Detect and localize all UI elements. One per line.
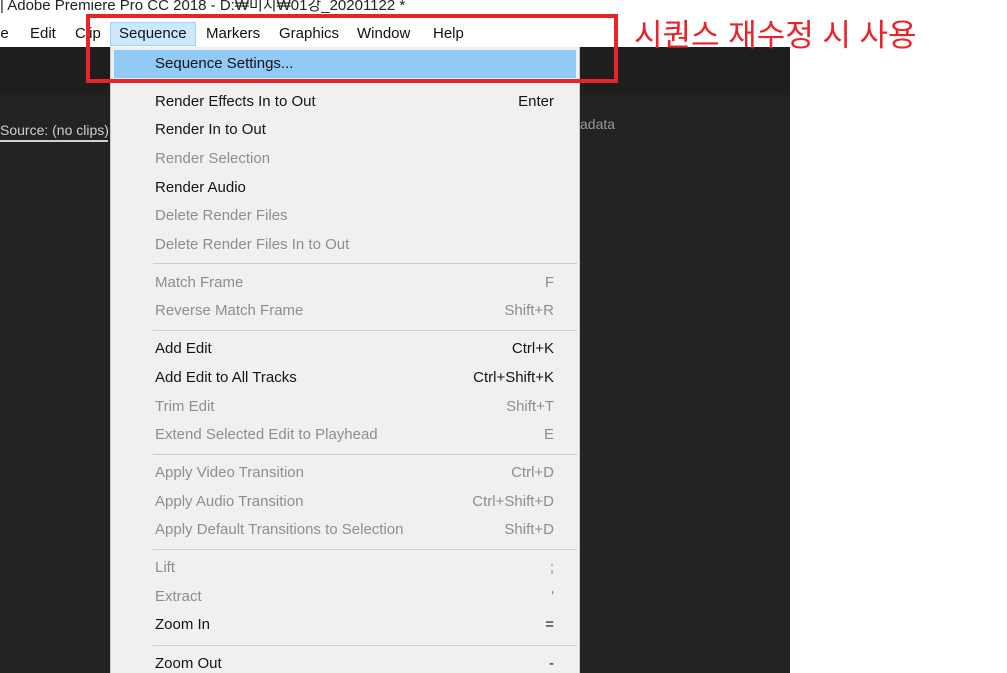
menu-item-render-in-to-out[interactable]: Render In to Out xyxy=(111,116,579,144)
menu-item-extend-selected-edit-to-playhead: Extend Selected Edit to Playhead E xyxy=(111,421,579,449)
menu-item-shortcut: E xyxy=(543,426,554,443)
menu-item-label: Add Edit to All Tracks xyxy=(155,369,297,386)
menu-item-render-audio[interactable]: Render Audio xyxy=(111,174,579,202)
menu-item-shortcut: Shift+R xyxy=(504,302,554,319)
menu-item-label: Apply Video Transition xyxy=(155,464,304,481)
menu-item-apply-audio-transition: Apply Audio Transition Ctrl+Shift+D xyxy=(111,488,579,516)
menu-file[interactable]: le xyxy=(0,23,11,45)
menu-item-shortcut: Shift+D xyxy=(504,521,554,538)
window-titlebar: | Adobe Premiere Pro CC 2018 - D:₩미지₩01강… xyxy=(0,0,640,14)
menu-item-trim-edit: Trim Edit Shift+T xyxy=(111,393,579,421)
menu-item-label: Delete Render Files xyxy=(155,207,288,224)
menu-item-label: Render In to Out xyxy=(155,121,266,138)
menu-item-shortcut: ; xyxy=(549,559,554,576)
source-tab-underline xyxy=(0,140,108,142)
menu-item-shortcut: Enter xyxy=(518,93,554,110)
window-title: | Adobe Premiere Pro CC 2018 - D:₩미지₩01강… xyxy=(0,0,406,14)
menu-item-apply-default-transitions-to-selection: Apply Default Transitions to Selection Sh… xyxy=(111,516,579,544)
menu-item-label: Zoom In xyxy=(155,616,211,633)
sequence-dropdown-menu: Sequence Settings... Render Effects In to… xyxy=(110,47,580,673)
menu-item-shortcut: Ctrl+K xyxy=(511,340,554,357)
menu-item-shortcut: Ctrl+D xyxy=(511,464,554,481)
menu-item-shortcut: = xyxy=(545,616,554,633)
menu-item-match-frame: Match Frame F xyxy=(111,269,579,297)
menu-item-label: Extract xyxy=(155,588,202,605)
menu-item-apply-video-transition: Apply Video Transition Ctrl+D xyxy=(111,459,579,487)
menu-separator xyxy=(153,454,577,455)
menu-item-label: Add Edit xyxy=(155,340,212,357)
menu-separator xyxy=(153,549,577,550)
menu-item-label: Apply Audio Transition xyxy=(155,493,304,510)
menu-item-zoom-in[interactable]: Zoom In = xyxy=(111,611,579,639)
menu-item-shortcut: Ctrl+Shift+D xyxy=(472,493,554,510)
menu-item-shortcut: ' xyxy=(551,588,554,605)
source-monitor-tab[interactable]: Source: (no clips) xyxy=(0,122,109,138)
metadata-tab[interactable]: adata xyxy=(580,116,615,132)
menu-item-extract: Extract ' xyxy=(111,583,579,611)
menu-separator xyxy=(153,645,577,646)
menu-item-add-edit-to-all-tracks[interactable]: Add Edit to All Tracks Ctrl+Shift+K xyxy=(111,364,579,392)
menu-item-shortcut: Ctrl+Shift+K xyxy=(473,369,554,386)
menu-item-delete-render-files: Delete Render Files xyxy=(111,202,579,230)
menu-item-zoom-out[interactable]: Zoom Out - xyxy=(111,650,579,673)
menu-item-label: Render Selection xyxy=(155,150,271,167)
menu-edit[interactable]: Edit xyxy=(28,23,58,45)
menu-item-delete-render-files-in-to-out: Delete Render Files In to Out xyxy=(111,231,579,259)
menu-item-shortcut: Shift+T xyxy=(506,398,554,415)
menu-item-label: Extend Selected Edit to Playhead xyxy=(155,426,378,443)
menu-item-label: Match Frame xyxy=(155,274,244,291)
menu-item-reverse-match-frame: Reverse Match Frame Shift+R xyxy=(111,297,579,325)
menu-item-shortcut: F xyxy=(544,274,554,291)
menu-item-label: Lift xyxy=(155,559,176,576)
annotation-label: 시퀀스 재수정 시 사용 xyxy=(634,18,917,53)
menu-item-label: Delete Render Files In to Out xyxy=(155,236,350,253)
menu-separator xyxy=(153,330,577,331)
menu-item-label: Trim Edit xyxy=(155,398,215,415)
annotation-highlight-box xyxy=(86,14,618,83)
menu-item-lift: Lift; xyxy=(111,554,579,582)
menu-item-label: Reverse Match Frame xyxy=(155,302,304,319)
menu-item-label: Render Effects In to Out xyxy=(155,93,316,110)
menu-item-render-effects-in-to-out[interactable]: Render Effects In to Out Enter xyxy=(111,88,579,116)
menu-separator xyxy=(153,263,577,264)
menu-item-label: Zoom Out xyxy=(155,655,222,672)
menu-item-label: Apply Default Transitions to Selection xyxy=(155,521,404,538)
menu-item-add-edit[interactable]: Add Edit Ctrl+K xyxy=(111,335,579,363)
menu-item-label: Render Audio xyxy=(155,179,246,196)
menu-item-render-selection: Render Selection xyxy=(111,145,579,173)
menu-item-shortcut: - xyxy=(549,655,554,672)
